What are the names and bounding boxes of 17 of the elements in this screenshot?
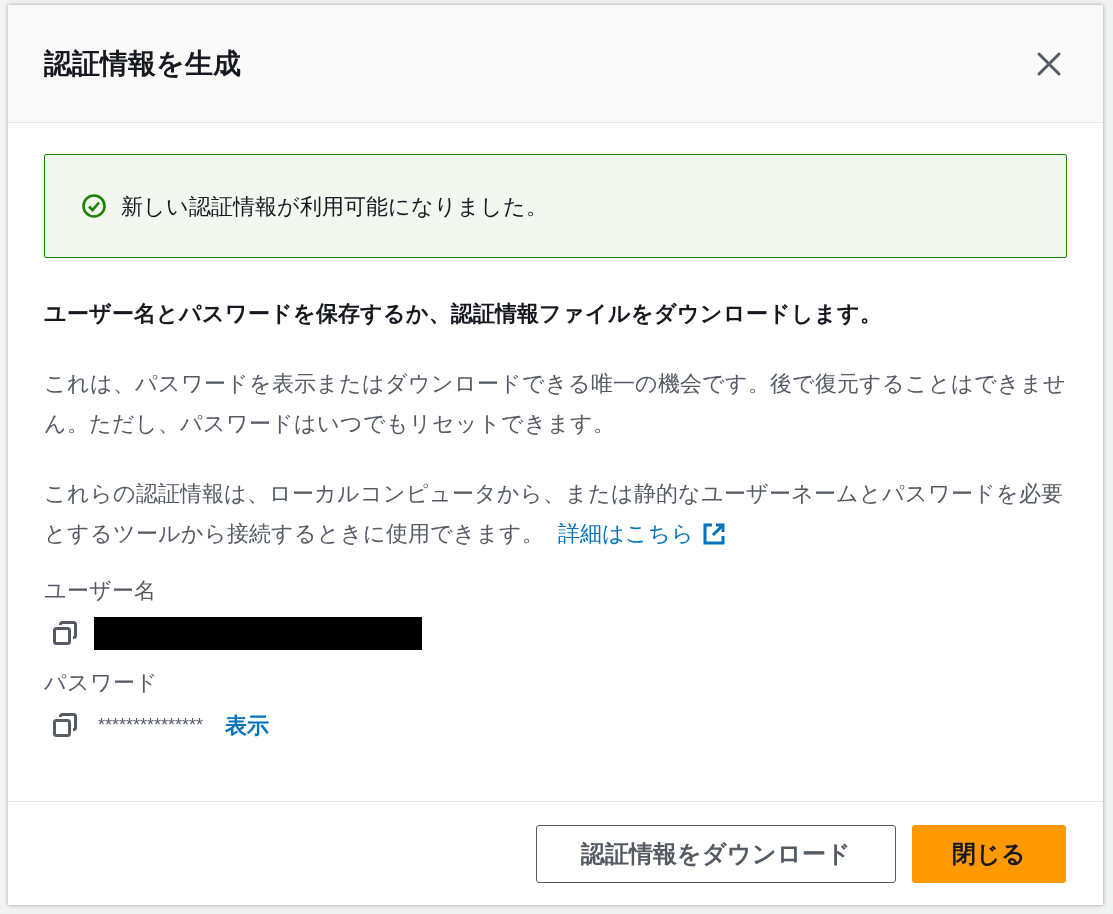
field-label: パスワード <box>44 669 159 697</box>
field-label: ユーザー名 <box>44 577 157 605</box>
download-button[interactable]: 認証情報をダウンロード <box>536 824 896 883</box>
copy-icon[interactable] <box>52 712 78 738</box>
description-text: これは、パスワードを表示またはダウンロードできる唯一の機会です。後で復元することはできません。ただし、パスワードはいつでもリセットできます。 <box>44 370 1067 438</box>
check-circle-icon <box>81 193 107 219</box>
external-link-icon <box>702 522 727 546</box>
learn-more-link[interactable]: 詳細はこちら <box>558 514 727 554</box>
show-link[interactable]: 表示 <box>225 708 270 742</box>
dialog-title: 認証情報を生成 <box>44 46 241 81</box>
masked-password: *************** <box>98 713 204 737</box>
copy-icon[interactable] <box>52 620 78 646</box>
instruction-heading: ユーザー名とパスワードを保存するか、認証情報ファイルをダウンロードします。 <box>44 300 883 328</box>
description-text: これらの認証情報は、ローカルコンピュータから、または静的なユーザーネームとパスワードを必要とするツールから接続するときに使用できます。 詳細はこちら <box>44 474 1067 554</box>
close-icon <box>1036 50 1062 77</box>
close-dialog-button[interactable]: 閉じる <box>912 824 1066 883</box>
alert-message: 新しい認証情報が利用可能になりました。 <box>121 192 548 221</box>
